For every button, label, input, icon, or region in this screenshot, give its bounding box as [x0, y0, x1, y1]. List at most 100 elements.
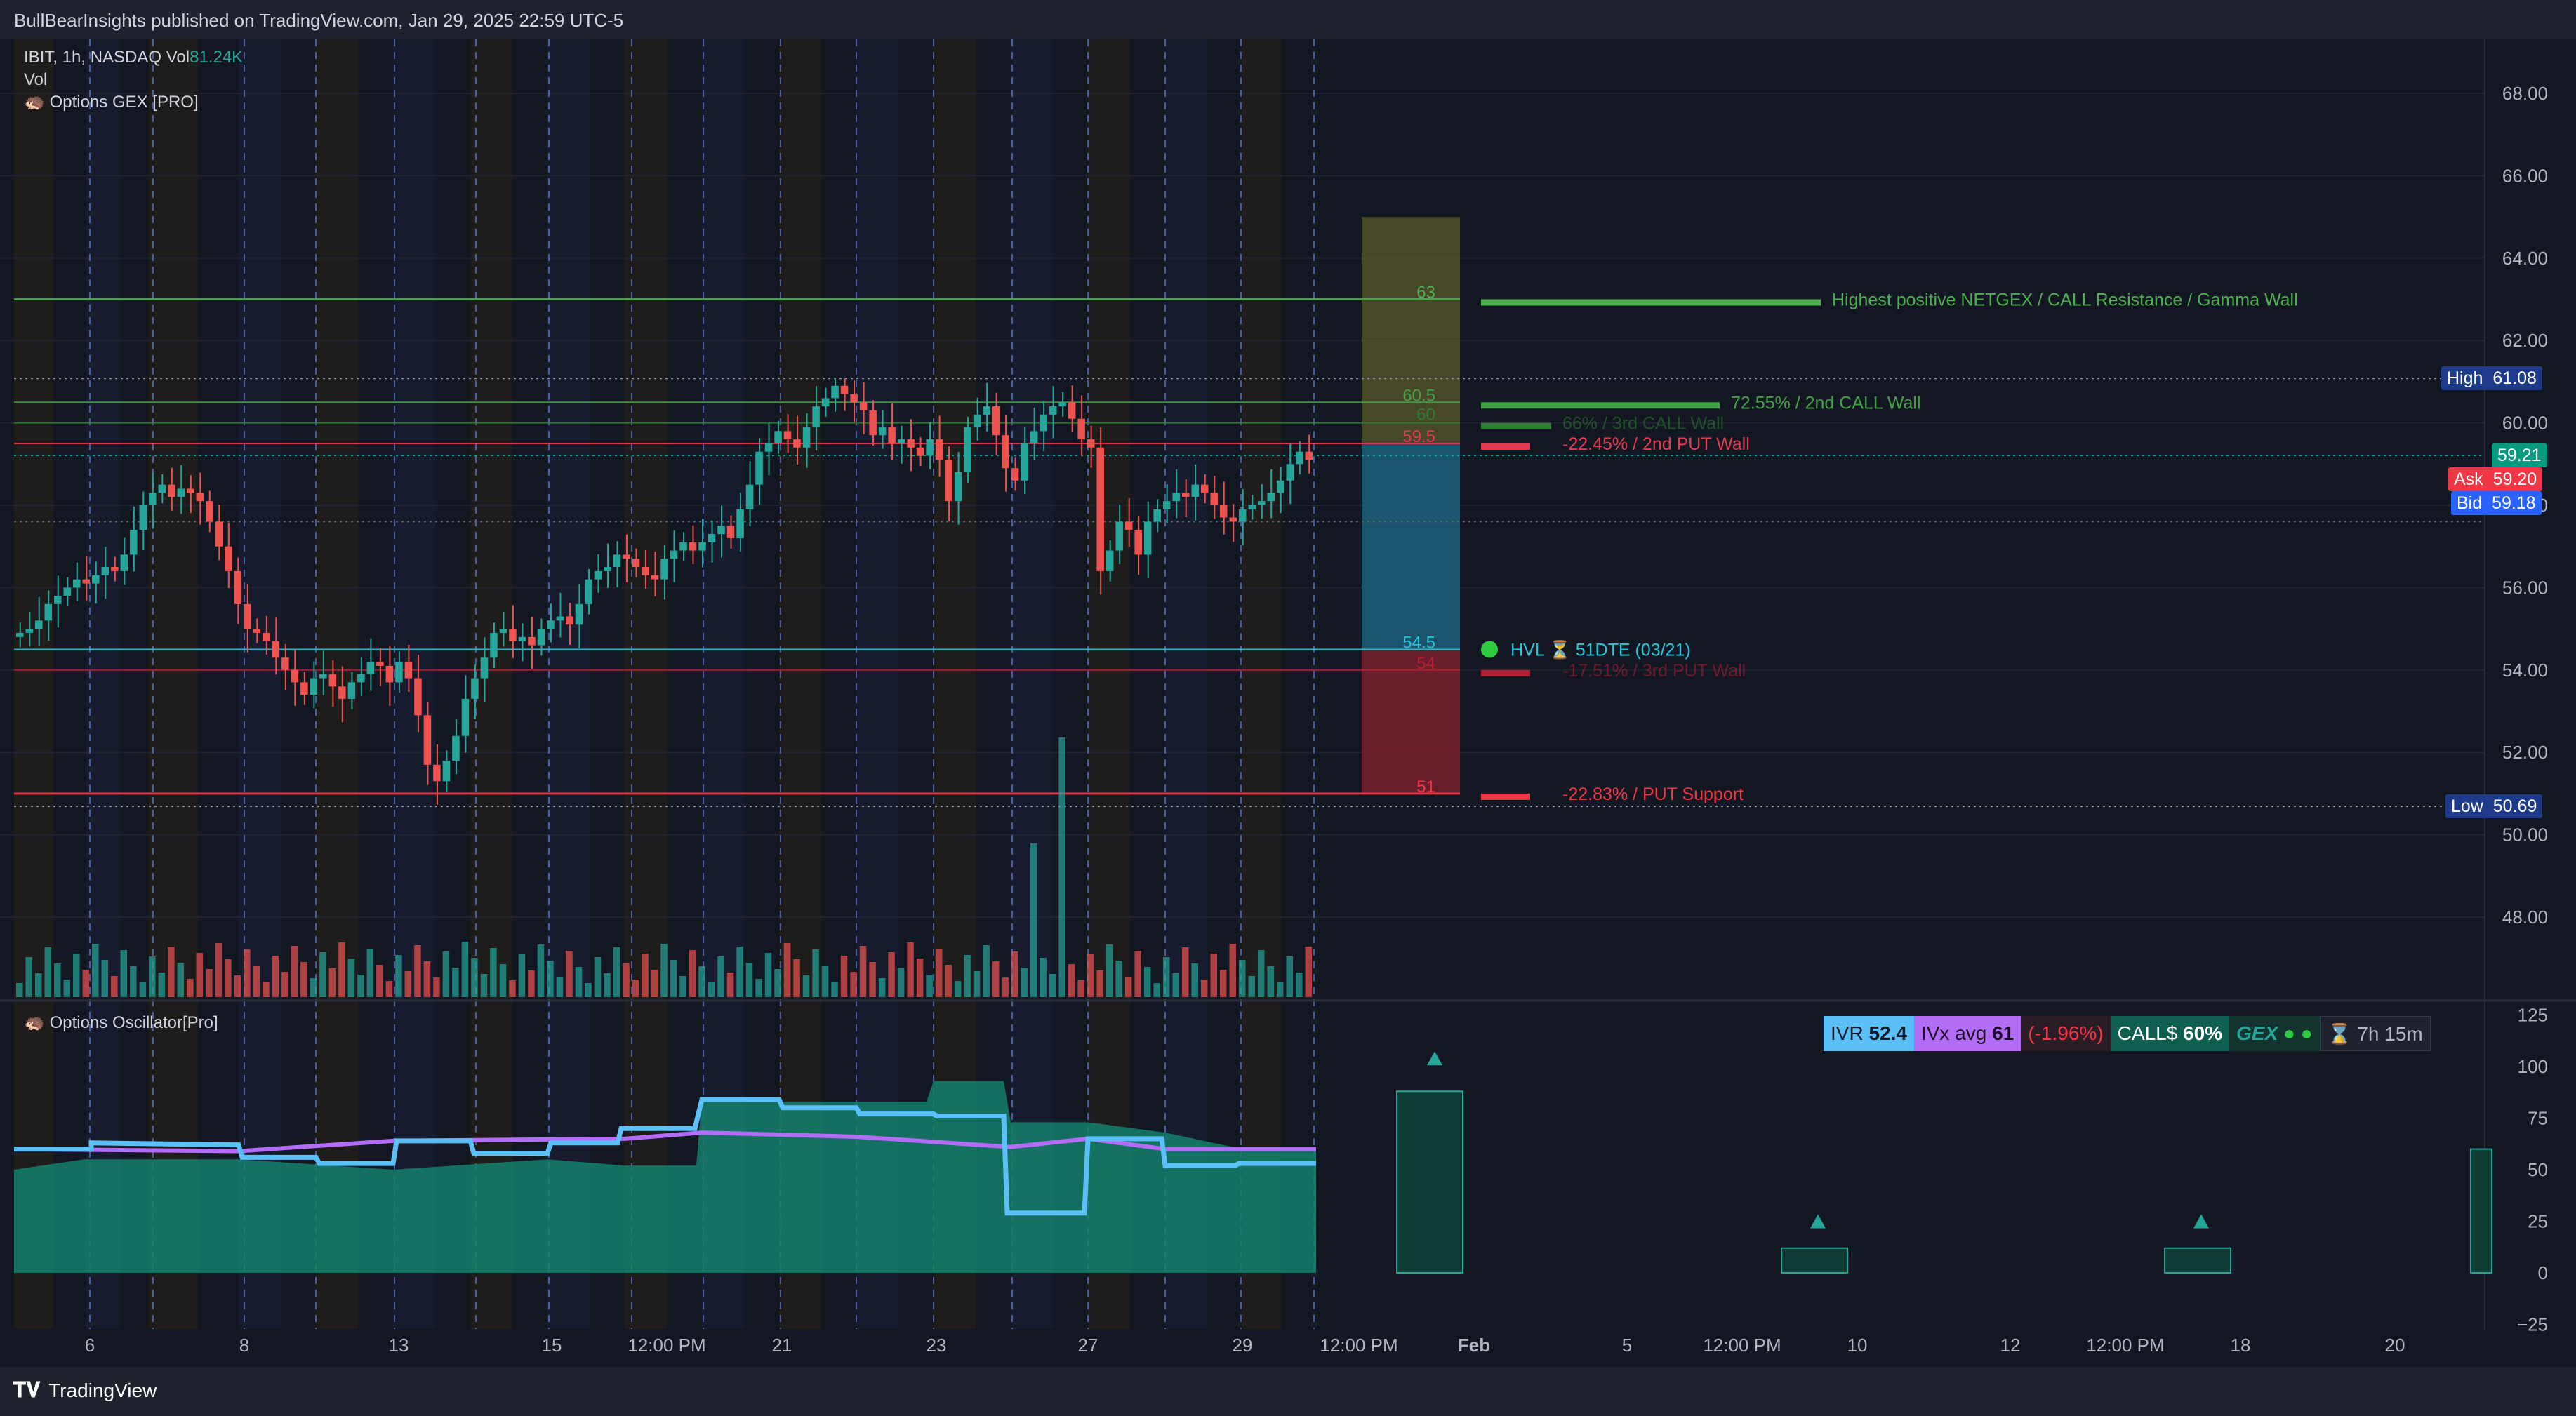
high-badge: High 61.08: [2441, 366, 2542, 390]
bid-label: Bid: [2457, 493, 2483, 513]
volume-bar: [964, 955, 971, 997]
volume-bar: [670, 960, 677, 997]
candle-body: [509, 629, 517, 641]
price-axis-tick: 52.00: [2502, 742, 2548, 763]
time-axis-tick: 12:00 PM: [2086, 1335, 2164, 1356]
volume-bar: [594, 957, 602, 997]
candle-body: [1011, 468, 1019, 481]
candle-body: [82, 579, 91, 584]
price-axis-tick: 62.00: [2502, 330, 2548, 351]
time-axis-tick: 12:00 PM: [628, 1335, 705, 1356]
candle-body: [300, 682, 308, 695]
volume-bar: [1210, 954, 1217, 997]
candle-body: [73, 579, 81, 588]
volume-bar: [1248, 976, 1255, 997]
volume-bar: [414, 945, 421, 997]
footer-bar: 𝐓𝐕 TradingView: [0, 1367, 2576, 1416]
volume-bar: [660, 944, 668, 997]
tradingview-logo[interactable]: 𝐓𝐕 TradingView: [13, 1378, 157, 1403]
gex-stat: GEX ● ●: [2229, 1016, 2320, 1051]
volume-bar: [1011, 951, 1018, 997]
time-axis-tick: 20: [2385, 1335, 2405, 1356]
indicator-icon: 🦔: [24, 93, 45, 112]
price-chart[interactable]: 63 Highest positive NETGEX / CALL Resista…: [0, 39, 2576, 1367]
candle-body: [1267, 493, 1275, 502]
oscillator-legend: 🦔 Options Oscillator[Pro]: [24, 1012, 218, 1034]
volume-bar: [490, 948, 497, 997]
candle-body: [461, 698, 470, 736]
indicator-name[interactable]: Options GEX [PRO]: [50, 93, 199, 112]
candle-body: [973, 414, 981, 427]
candle-body: [281, 657, 289, 670]
osc-axis-tick: 0: [2538, 1262, 2548, 1283]
low-badge: Low 50.69: [2445, 794, 2543, 818]
hvl-dot-icon: [1481, 641, 1498, 658]
candle-body: [1021, 443, 1028, 481]
volume-bar: [764, 953, 772, 997]
candle-body: [708, 534, 716, 542]
candle-body: [651, 575, 659, 580]
candle-body: [774, 431, 782, 443]
candle-body: [1058, 402, 1066, 407]
candle-body: [111, 567, 119, 571]
volume-bar: [395, 955, 402, 997]
candle-body: [423, 715, 432, 765]
volume-bar: [859, 946, 867, 997]
level-description: 72.55% / 2nd CALL Wall: [1731, 393, 1921, 413]
bid-badge: Bid 59.18: [2451, 491, 2542, 515]
candle-body: [1162, 501, 1171, 509]
volume-bar: [585, 983, 592, 997]
volume-bar: [101, 960, 109, 997]
volume-bar: [945, 965, 952, 997]
volume-bar: [1068, 964, 1075, 997]
volume-bar: [717, 956, 724, 997]
candle-body: [149, 493, 157, 505]
volume-bar: [177, 963, 185, 997]
candle-body: [16, 632, 24, 637]
candle-body: [1049, 406, 1057, 415]
ivx-label: IVx avg: [1920, 1022, 1987, 1044]
level-description: -17.51% / 3rd PUT Wall: [1562, 661, 1746, 681]
volume-bar: [25, 957, 33, 997]
candle-body: [983, 406, 990, 415]
candle-body: [395, 662, 403, 683]
oscillator-name[interactable]: Options Oscillator[Pro]: [50, 1013, 218, 1032]
candle-body: [272, 641, 280, 658]
ivr-stat: IVR 52.4: [1824, 1016, 1914, 1051]
level-strength-bar: [1481, 443, 1530, 450]
volume-bar: [82, 970, 90, 997]
candle-body: [1181, 493, 1190, 497]
candle-body: [613, 554, 621, 568]
volume-bar: [1191, 963, 1198, 997]
candle-body: [44, 603, 53, 621]
volume-bar: [423, 961, 431, 997]
level-price-label: 59.5: [1402, 427, 1435, 446]
volume-bar: [1143, 967, 1151, 997]
candle-body: [471, 678, 479, 699]
volume-bar: [1124, 977, 1132, 997]
symbol-info[interactable]: IBIT, 1h, NASDAQ: [24, 48, 161, 67]
candle-body: [1030, 431, 1038, 443]
tradingview-logo-icon: 𝐓𝐕: [13, 1378, 41, 1403]
osc-axis-tick: 50: [2528, 1159, 2548, 1180]
candle-body: [604, 567, 611, 571]
volume-bar: [755, 979, 762, 997]
time-axis-tick: 15: [542, 1335, 562, 1356]
volume-bar: [253, 966, 260, 997]
volume-bar: [783, 943, 791, 997]
volume-bar: [158, 973, 166, 997]
volume-bar: [263, 982, 270, 997]
volume-bar: [404, 971, 412, 997]
volume-bar: [1021, 968, 1028, 997]
candle-body: [783, 431, 792, 440]
candle-body: [764, 443, 773, 452]
candle-body: [25, 629, 34, 633]
volume-bar: [92, 944, 99, 997]
candle-body: [1040, 414, 1047, 432]
time-left: 7h 15m: [2357, 1023, 2423, 1045]
time-stat: ⌛ 7h 15m: [2319, 1016, 2431, 1051]
candle-body: [1143, 521, 1152, 555]
candle-body: [63, 587, 72, 596]
volume-row[interactable]: Vol: [24, 69, 243, 91]
volume-bar: [1295, 973, 1303, 997]
